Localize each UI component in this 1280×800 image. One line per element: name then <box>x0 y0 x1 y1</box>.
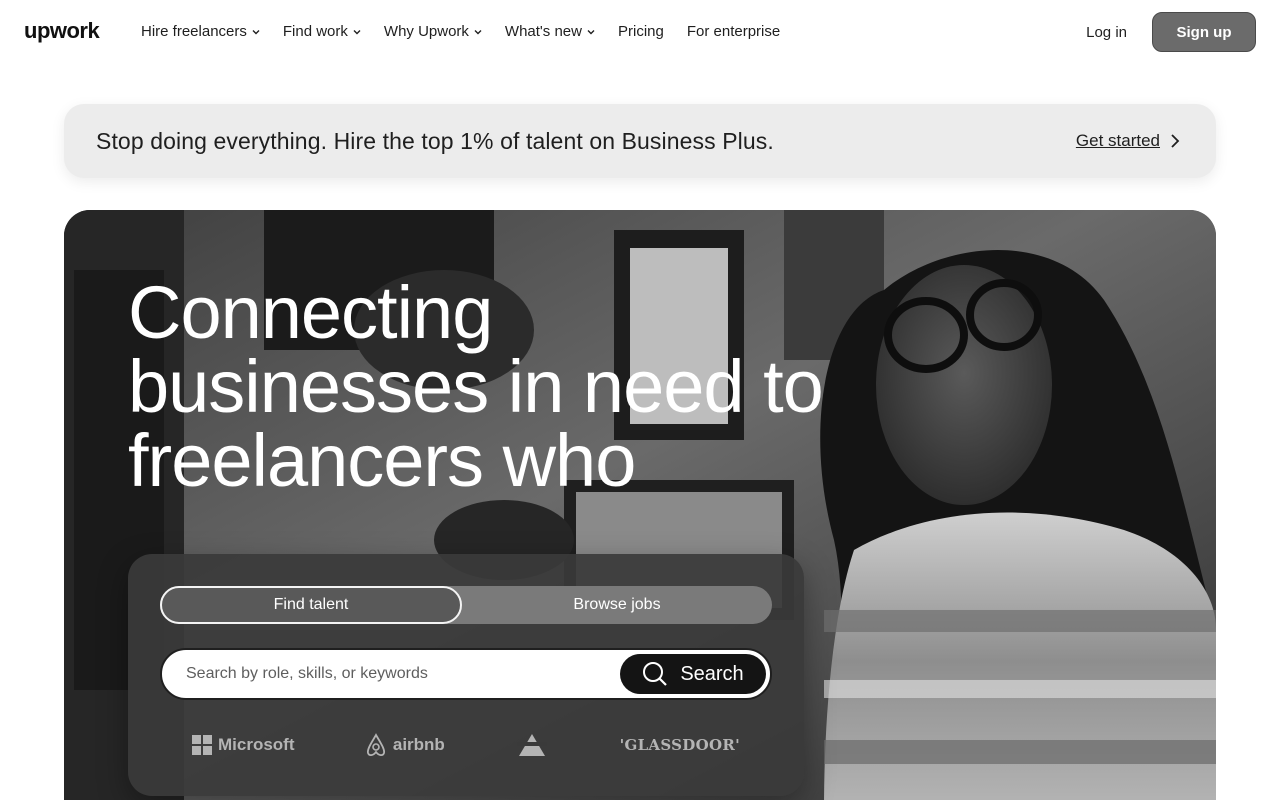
nav-item-whats-new[interactable]: What's new <box>505 23 595 40</box>
microsoft-icon <box>192 735 212 755</box>
get-started-label: Get started <box>1075 131 1160 150</box>
nav-item-label: Why Upwork <box>383 23 469 40</box>
hero-title-line: freelancers who <box>128 419 636 502</box>
nav-item-label: What's new <box>504 23 582 40</box>
nav-item-why-upwork[interactable]: Why Upwork <box>384 23 482 40</box>
top-nav: upwork Hire freelancers Find work Why Up… <box>0 0 1280 64</box>
search-bar: Search <box>160 648 772 700</box>
chevron-right-icon <box>1170 133 1180 149</box>
search-card: Find talent Browse jobs Search Microsoft… <box>128 554 804 796</box>
nav-item-label: Find work <box>282 23 348 40</box>
airbnb-logo: airbnb <box>365 733 445 757</box>
bissell-logo <box>515 732 549 758</box>
promo-banner: Stop doing everything. Hire the top 1% o… <box>64 104 1216 178</box>
hero-title-line: businesses in need to <box>128 345 824 428</box>
nav-item-pricing[interactable]: Pricing <box>618 23 664 40</box>
chevron-down-icon <box>587 28 595 36</box>
search-button[interactable]: Search <box>620 654 766 694</box>
get-started-link[interactable]: Get started <box>1076 131 1180 151</box>
chevron-down-icon <box>252 28 260 36</box>
nav-item-hire-freelancers[interactable]: Hire freelancers <box>141 23 260 40</box>
hero-title-line: Connecting <box>128 276 493 354</box>
auth-actions: Log in Sign up <box>1086 12 1256 52</box>
signup-button[interactable]: Sign up <box>1152 12 1256 52</box>
nav-item-for-enterprise[interactable]: For enterprise <box>687 23 780 40</box>
login-link[interactable]: Log in <box>1086 24 1127 41</box>
tab-browse-jobs[interactable]: Browse jobs <box>462 586 772 624</box>
nav-item-label: Hire freelancers <box>141 23 247 40</box>
nav-item-label: Pricing <box>617 23 664 40</box>
chevron-down-icon <box>474 28 482 36</box>
promo-banner-text: Stop doing everything. Hire the top 1% o… <box>96 127 774 154</box>
nav-item-find-work[interactable]: Find work <box>283 23 361 40</box>
brand-name: 'GLASSDOOR' <box>619 736 740 754</box>
search-icon <box>642 661 668 687</box>
airbnb-icon <box>366 733 385 757</box>
nav-item-label: For enterprise <box>686 23 781 40</box>
hero-title: Connecting businesses in need to freelan… <box>128 276 888 506</box>
search-input[interactable] <box>162 650 620 698</box>
bissell-icon <box>517 734 548 756</box>
search-button-label: Search <box>680 662 744 685</box>
main-nav: Hire freelancers Find work Why Upwork Wh… <box>141 23 803 40</box>
tab-find-talent[interactable]: Find talent <box>160 586 462 624</box>
glassdoor-logo: 'GLASSDOOR' <box>620 736 740 754</box>
chevron-down-icon <box>353 28 361 36</box>
upwork-logo[interactable]: upwork <box>24 18 100 44</box>
trusted-by-logos: Microsoft airbnb 'GLASSDOOR' <box>160 730 772 760</box>
microsoft-logo: Microsoft <box>192 735 295 755</box>
hero-section: Connecting businesses in need to freelan… <box>64 210 1216 800</box>
search-mode-tabs: Find talent Browse jobs <box>160 586 772 624</box>
brand-name: airbnb <box>392 735 445 754</box>
brand-name: Microsoft <box>218 735 295 754</box>
